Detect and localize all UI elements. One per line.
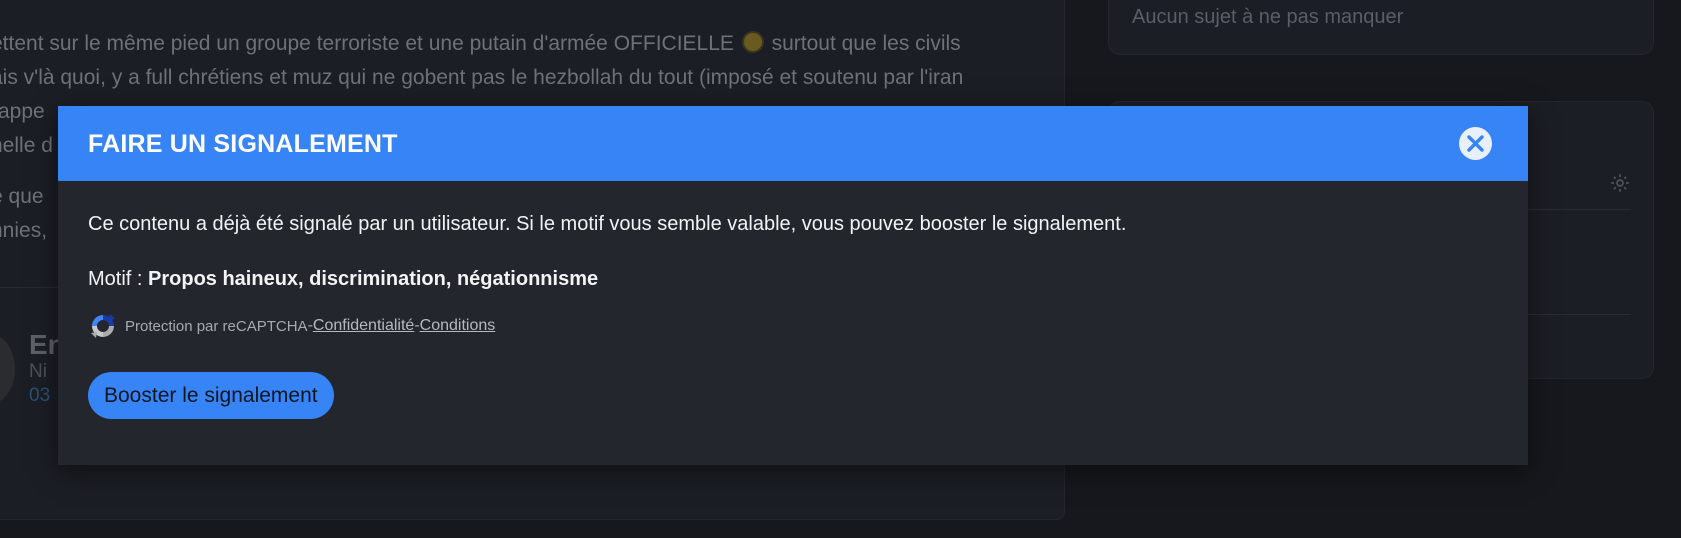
report-motif: Motif : Propos haineux, discrimination, … xyxy=(88,268,598,291)
post-line: ais v'là quoi, y a full chrétiens et muz… xyxy=(0,66,964,89)
close-button[interactable] xyxy=(1459,127,1492,160)
recaptcha-prefix: Protection par reCAPTCHA xyxy=(125,317,308,335)
post-line: ettent sur le même pied un groupe terror… xyxy=(0,31,961,55)
gear-icon[interactable] xyxy=(1609,172,1631,194)
close-icon xyxy=(1467,135,1484,152)
report-info-text: Ce contenu a déjà été signalé par un uti… xyxy=(88,213,1127,235)
terms-link[interactable]: Conditions xyxy=(420,317,496,335)
recaptcha-notice: Protection par reCAPTCHA - Confidentiali… xyxy=(88,311,495,341)
topics-empty-text: Aucun sujet à ne pas manquer xyxy=(1132,6,1404,28)
sidebar-topics-card: Aucun sujet à ne pas manquer xyxy=(1108,0,1654,55)
author-level: Ni xyxy=(29,361,47,382)
author-date[interactable]: 03 xyxy=(29,385,50,407)
avatar[interactable] xyxy=(0,333,15,405)
motif-value: Propos haineux, discrimination, négation… xyxy=(148,268,599,290)
modal-title: FAIRE UN SIGNALEMENT xyxy=(88,130,398,158)
motif-label: Motif : xyxy=(88,268,149,290)
modal-header: FAIRE UN SIGNALEMENT xyxy=(58,106,1528,181)
page: ettent sur le même pied un groupe terror… xyxy=(0,0,1681,538)
boost-report-button[interactable]: Booster le signalement xyxy=(88,372,334,419)
sunglasses-emoji-icon xyxy=(741,31,764,53)
privacy-link[interactable]: Confidentialité xyxy=(313,317,414,335)
recaptcha-icon xyxy=(91,314,115,338)
report-modal: FAIRE UN SIGNALEMENT Ce contenu a déjà é… xyxy=(58,106,1528,465)
